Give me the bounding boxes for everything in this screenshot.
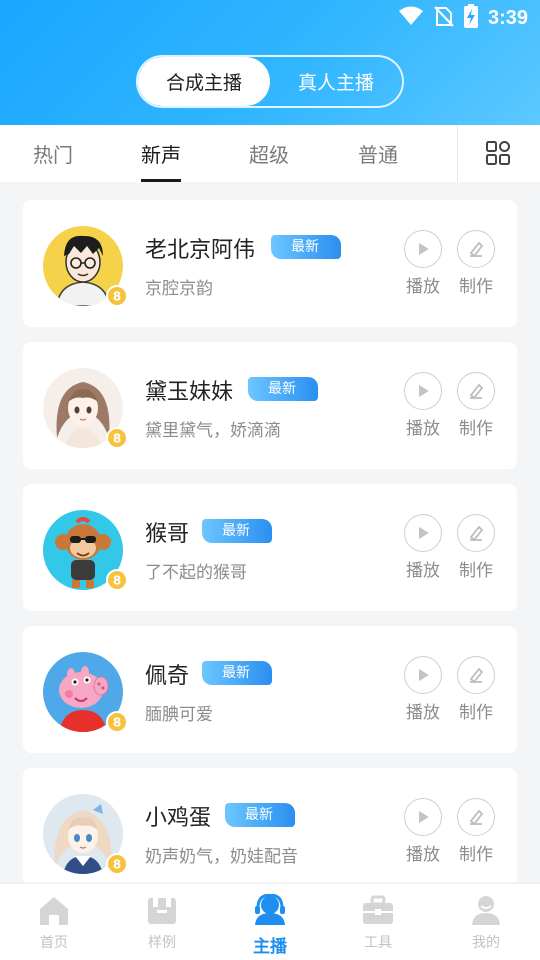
make-label: 制作 bbox=[459, 419, 493, 439]
anchor-name: 佩奇 bbox=[145, 664, 190, 689]
svg-text:8: 8 bbox=[113, 716, 121, 730]
nav-profile-label: 我的 bbox=[472, 935, 500, 951]
tab-synthetic-anchor[interactable]: 合成主播 bbox=[138, 57, 270, 106]
avatar: 8 bbox=[43, 794, 128, 875]
toolbox-icon bbox=[361, 894, 395, 930]
svg-text:8: 8 bbox=[113, 290, 121, 304]
status-bar: 3:39 bbox=[398, 4, 528, 32]
make-label: 制作 bbox=[459, 561, 493, 581]
new-badge: 最新 bbox=[202, 519, 272, 543]
anchor-name: 黛玉妹妹 bbox=[145, 380, 234, 405]
anchor-description: 了不起的猴哥 bbox=[145, 563, 247, 583]
make-button[interactable]: 制作 bbox=[456, 514, 496, 581]
svg-text:8: 8 bbox=[113, 574, 121, 588]
play-button[interactable]: 播放 bbox=[403, 656, 443, 723]
tab-super[interactable]: 超级 bbox=[249, 125, 289, 182]
anchor-name: 猴哥 bbox=[145, 522, 190, 547]
anchor-name: 老北京阿伟 bbox=[145, 238, 256, 263]
play-button[interactable]: 播放 bbox=[403, 514, 443, 581]
anchor-description: 奶声奶气，奶娃配音 bbox=[145, 847, 298, 867]
list-item[interactable]: 8 黛玉妹妹 最新 黛里黛气，娇滴滴 播放 制作 bbox=[23, 342, 517, 469]
edit-icon bbox=[457, 372, 495, 410]
play-button[interactable]: 播放 bbox=[403, 798, 443, 865]
profile-icon bbox=[469, 894, 503, 930]
nav-sample-label: 样例 bbox=[148, 935, 176, 951]
list-item[interactable]: 8 老北京阿伟 最新 京腔京韵 播放 制作 bbox=[23, 200, 517, 327]
no-sim-icon bbox=[434, 5, 454, 31]
play-label: 播放 bbox=[406, 277, 440, 297]
anchor-description: 京腔京韵 bbox=[145, 279, 213, 299]
anchor-description: 黛里黛气，娇滴滴 bbox=[145, 421, 281, 441]
tab-new-voice[interactable]: 新声 bbox=[141, 125, 181, 182]
tab-hot[interactable]: 热门 bbox=[33, 125, 73, 182]
play-icon bbox=[404, 798, 442, 836]
anchor-type-switcher: 合成主播 真人主播 bbox=[136, 55, 404, 108]
edit-icon bbox=[457, 798, 495, 836]
sample-icon bbox=[145, 894, 179, 930]
edit-icon bbox=[457, 230, 495, 268]
nav-home[interactable]: 首页 bbox=[19, 894, 89, 952]
make-button[interactable]: 制作 bbox=[456, 656, 496, 723]
nav-anchor-label: 主播 bbox=[253, 937, 287, 957]
new-badge: 最新 bbox=[271, 235, 341, 259]
list-item[interactable]: 8 佩奇 最新 腼腆可爱 播放 制作 bbox=[23, 626, 517, 753]
avatar: 8 bbox=[43, 226, 128, 307]
wifi-icon bbox=[398, 6, 424, 30]
nav-sample[interactable]: 样例 bbox=[127, 894, 197, 952]
new-badge: 最新 bbox=[248, 377, 318, 401]
edit-icon bbox=[457, 656, 495, 694]
clock: 3:39 bbox=[487, 6, 528, 29]
play-icon bbox=[404, 514, 442, 552]
tab-divider bbox=[457, 125, 458, 182]
play-label: 播放 bbox=[406, 561, 440, 581]
anchor-description: 腼腆可爱 bbox=[145, 705, 213, 725]
list-item[interactable]: 8 小鸡蛋 最新 奶声奶气，奶娃配音 播放 制作 bbox=[23, 768, 517, 882]
svg-text:8: 8 bbox=[113, 858, 121, 872]
list-item[interactable]: 8 猴哥 最新 了不起的猴哥 播放 制作 bbox=[23, 484, 517, 611]
anchor-name: 小鸡蛋 bbox=[145, 806, 212, 831]
make-label: 制作 bbox=[459, 703, 493, 723]
nav-profile[interactable]: 我的 bbox=[451, 894, 521, 952]
svg-text:8: 8 bbox=[113, 432, 121, 446]
avatar: 8 bbox=[43, 368, 128, 449]
play-icon bbox=[404, 372, 442, 410]
grid-icon bbox=[485, 140, 511, 170]
make-button[interactable]: 制作 bbox=[456, 372, 496, 439]
make-label: 制作 bbox=[459, 277, 493, 297]
play-icon bbox=[404, 230, 442, 268]
medal-icon: 8 bbox=[105, 568, 129, 592]
make-button[interactable]: 制作 bbox=[456, 230, 496, 297]
battery-charging-icon bbox=[463, 4, 478, 32]
new-badge: 最新 bbox=[202, 661, 272, 685]
make-label: 制作 bbox=[459, 845, 493, 865]
category-tabs: 热门 新声 超级 普通 bbox=[0, 125, 540, 182]
play-icon bbox=[404, 656, 442, 694]
nav-tools-label: 工具 bbox=[364, 935, 392, 951]
medal-icon: 8 bbox=[105, 710, 129, 734]
play-button[interactable]: 播放 bbox=[403, 230, 443, 297]
medal-icon: 8 bbox=[105, 852, 129, 876]
medal-icon: 8 bbox=[105, 426, 129, 450]
play-button[interactable]: 播放 bbox=[403, 372, 443, 439]
medal-icon: 8 bbox=[105, 284, 129, 308]
play-label: 播放 bbox=[406, 419, 440, 439]
nav-home-label: 首页 bbox=[40, 935, 68, 951]
nav-anchor[interactable]: 主播 bbox=[235, 893, 305, 957]
avatar: 8 bbox=[43, 510, 128, 591]
anchor-list: 8 老北京阿伟 最新 京腔京韵 播放 制作 8 黛玉妹妹 最新 黛里黛气，娇滴滴… bbox=[0, 182, 540, 882]
new-badge: 最新 bbox=[225, 803, 295, 827]
bottom-nav: 首页 样例 主播 工具 我的 bbox=[0, 883, 540, 960]
anchor-icon bbox=[252, 893, 288, 930]
make-button[interactable]: 制作 bbox=[456, 798, 496, 865]
home-icon bbox=[37, 894, 71, 930]
play-label: 播放 bbox=[406, 703, 440, 723]
tab-normal[interactable]: 普通 bbox=[358, 125, 398, 182]
tab-real-anchor[interactable]: 真人主播 bbox=[270, 57, 402, 106]
header: 3:39 合成主播 真人主播 bbox=[0, 0, 540, 125]
play-label: 播放 bbox=[406, 845, 440, 865]
grid-view-button[interactable] bbox=[476, 133, 520, 177]
nav-tools[interactable]: 工具 bbox=[343, 894, 413, 952]
avatar: 8 bbox=[43, 652, 128, 733]
edit-icon bbox=[457, 514, 495, 552]
